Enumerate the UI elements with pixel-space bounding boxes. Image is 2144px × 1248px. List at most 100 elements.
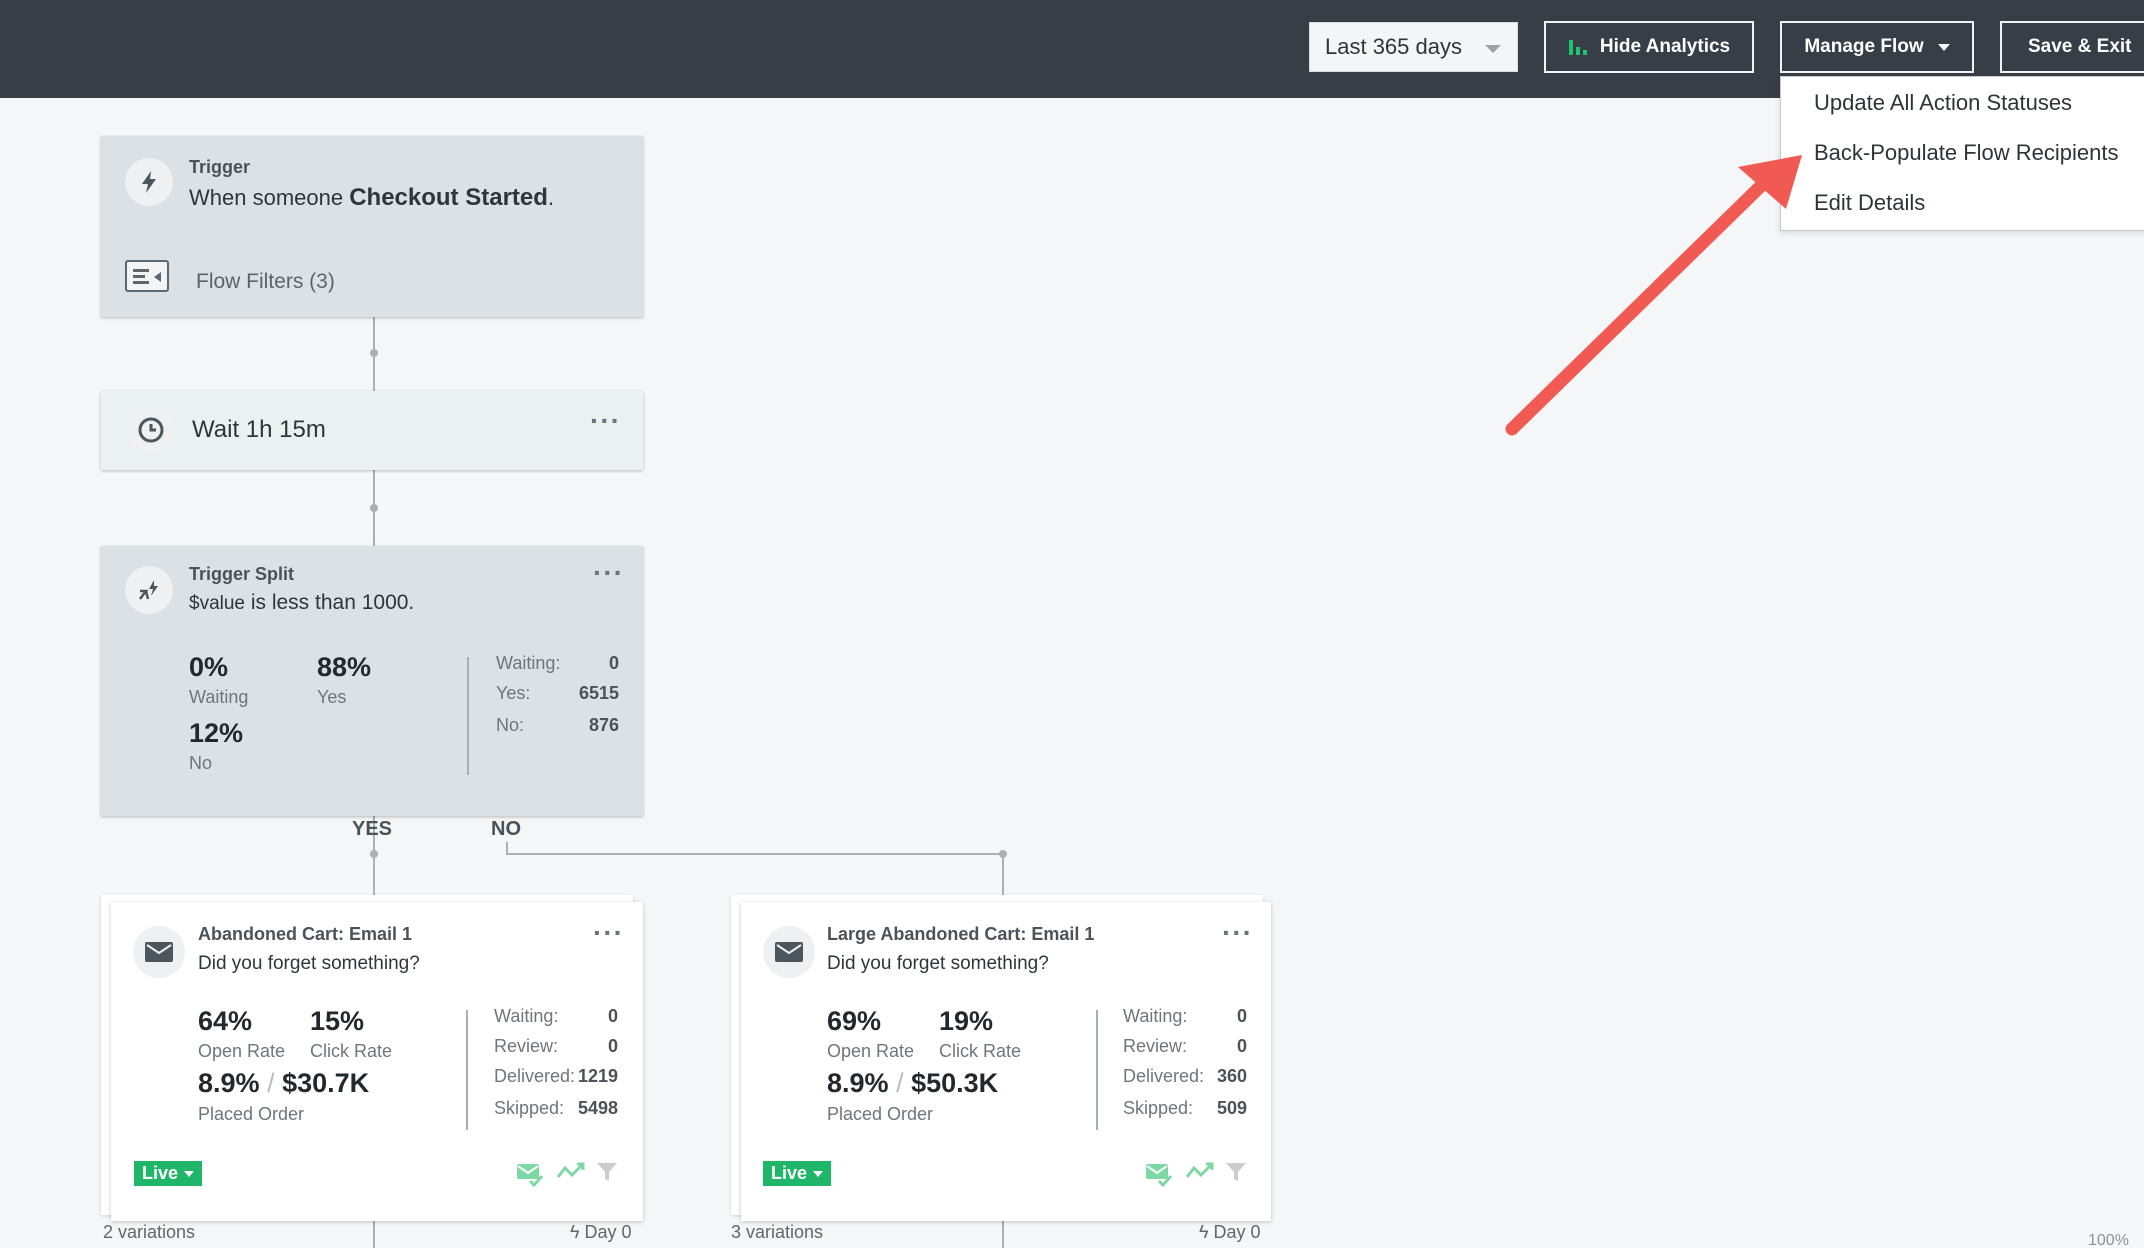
stat-value: 0 — [607, 1036, 618, 1056]
lightning-icon: ϟ — [570, 1222, 580, 1242]
yes-label: Yes — [317, 687, 347, 707]
trigger-description: When someone Checkout Started. — [189, 184, 555, 211]
chevron-down-icon — [1485, 45, 1501, 53]
no-branch-label: NO — [491, 818, 521, 840]
stat-value: 6515 — [578, 683, 619, 703]
trigger-metric: Checkout Started — [349, 184, 548, 211]
stat-key: Waiting: — [1123, 1006, 1188, 1026]
divider — [1096, 1010, 1098, 1130]
wait-node[interactable]: Wait 1h 15m ··· — [101, 391, 643, 470]
variations-count[interactable]: 3 variations — [731, 1222, 823, 1243]
connector-dot — [370, 504, 378, 512]
menu-item-update-statuses[interactable]: Update All Action Statuses — [1814, 90, 2072, 116]
no-percent: 12% — [189, 718, 244, 748]
trigger-node[interactable]: Trigger When someone Checkout Started. F… — [101, 136, 643, 317]
flow-filters-link[interactable]: Flow Filters (3) — [196, 270, 335, 294]
placed-order-stats: 8.9% / $50.3K — [827, 1068, 999, 1098]
smart-sending-icon[interactable] — [1186, 1161, 1214, 1183]
split-label: Trigger Split — [189, 564, 295, 584]
stat-value: 0 — [608, 653, 619, 673]
placed-order-label: Placed Order — [198, 1104, 305, 1124]
email-node[interactable]: Large Abandoned Cart: Email 1 Did you fo… — [741, 902, 1271, 1221]
menu-item-edit-details[interactable]: Edit Details — [1814, 190, 1925, 216]
clock-icon — [127, 406, 175, 454]
email-title: Large Abandoned Cart: Email 1 — [827, 924, 1095, 944]
placed-order-stats: 8.9% / $30.7K — [198, 1068, 370, 1098]
divider — [467, 657, 469, 775]
trigger-label: Trigger — [189, 157, 251, 177]
open-rate: 64% — [198, 1006, 253, 1036]
caret-down-icon — [813, 1170, 824, 1177]
variations-count[interactable]: 2 variations — [103, 1222, 195, 1243]
day-label: ϟ Day 0 — [570, 1222, 632, 1242]
connector-line — [506, 853, 1004, 855]
save-exit-label: Save & Exit — [2028, 36, 2132, 57]
yes-branch-label: YES — [352, 818, 393, 840]
more-options-icon[interactable]: ··· — [1222, 919, 1253, 947]
menu-item-back-populate[interactable]: Back-Populate Flow Recipients — [1814, 140, 2118, 166]
stat-key: No: — [496, 715, 525, 735]
connector-line — [373, 1221, 375, 1248]
split-icon — [125, 566, 173, 614]
waiting-label: Waiting — [189, 687, 249, 707]
stat-key: Skipped: — [1123, 1098, 1194, 1118]
email-subject: Did you forget something? — [198, 953, 420, 974]
trigger-split-node[interactable]: Trigger Split $value is less than 1000. … — [101, 546, 643, 816]
hide-analytics-label: Hide Analytics — [1599, 36, 1731, 57]
hide-analytics-button[interactable]: Hide Analytics — [1544, 21, 1754, 73]
stat-value: 509 — [1216, 1098, 1247, 1118]
open-rate-label: Open Rate — [198, 1041, 286, 1061]
date-range-select[interactable]: Last 365 days — [1309, 22, 1518, 72]
date-range-value: Last 365 days — [1325, 34, 1462, 59]
email-node[interactable]: Abandoned Cart: Email 1 Did you forget s… — [111, 902, 643, 1221]
waiting-percent: 0% — [189, 652, 229, 682]
placed-order-label: Placed Order — [827, 1104, 934, 1124]
manage-flow-button[interactable]: Manage Flow — [1780, 21, 1974, 73]
connector-dot — [999, 850, 1007, 858]
bar-chart-icon — [1568, 40, 1587, 55]
lightning-icon: ϟ — [1199, 1222, 1209, 1242]
stat-key: Yes: — [496, 683, 531, 703]
split-condition: $value is less than 1000. — [189, 591, 415, 614]
stat-value: 876 — [588, 715, 619, 735]
email-title: Abandoned Cart: Email 1 — [198, 924, 413, 944]
status-dropdown[interactable]: Live — [134, 1161, 203, 1186]
envelope-icon — [763, 926, 815, 978]
no-label: No — [189, 753, 213, 773]
funnel-icon[interactable] — [1225, 1161, 1247, 1183]
filter-icon — [125, 260, 169, 292]
connector-dot — [370, 850, 378, 858]
funnel-icon[interactable] — [596, 1161, 618, 1183]
caret-down-icon — [1937, 43, 1950, 51]
annotation-arrow-icon — [1505, 155, 1802, 436]
day-label: ϟ Day 0 — [1199, 1222, 1261, 1242]
stat-value: 5498 — [577, 1098, 618, 1118]
more-options-icon[interactable]: ··· — [590, 407, 621, 435]
stat-key: Review: — [494, 1036, 559, 1056]
stat-value: 0 — [1236, 1006, 1247, 1026]
yes-percent: 88% — [317, 652, 372, 682]
flow-canvas[interactable]: Trigger When someone Checkout Started. F… — [0, 98, 2144, 1248]
connector-dot — [370, 349, 378, 357]
stat-value: 0 — [1236, 1036, 1247, 1056]
envelope-icon — [133, 926, 185, 978]
stat-value: 1219 — [577, 1066, 618, 1086]
email-check-icon[interactable] — [1145, 1161, 1173, 1187]
more-options-icon[interactable]: ··· — [593, 919, 624, 947]
more-options-icon[interactable]: ··· — [593, 559, 624, 587]
stat-key: Skipped: — [494, 1098, 565, 1118]
wait-label: Wait 1h 15m — [192, 416, 326, 443]
open-rate: 69% — [827, 1006, 882, 1036]
save-exit-button[interactable]: Save & Exit — [2000, 21, 2144, 73]
click-rate: 19% — [939, 1006, 994, 1036]
caret-down-icon — [184, 1170, 195, 1177]
stat-value: 0 — [607, 1006, 618, 1026]
connector-line — [1002, 1221, 1004, 1248]
stat-key: Waiting: — [494, 1006, 559, 1026]
manage-flow-menu: Update All Action Statuses Back-Populate… — [1780, 76, 2144, 231]
smart-sending-icon[interactable] — [557, 1161, 585, 1183]
click-rate: 15% — [310, 1006, 365, 1036]
status-dropdown[interactable]: Live — [763, 1161, 832, 1186]
email-check-icon[interactable] — [516, 1161, 544, 1187]
stat-key: Review: — [1123, 1036, 1188, 1056]
